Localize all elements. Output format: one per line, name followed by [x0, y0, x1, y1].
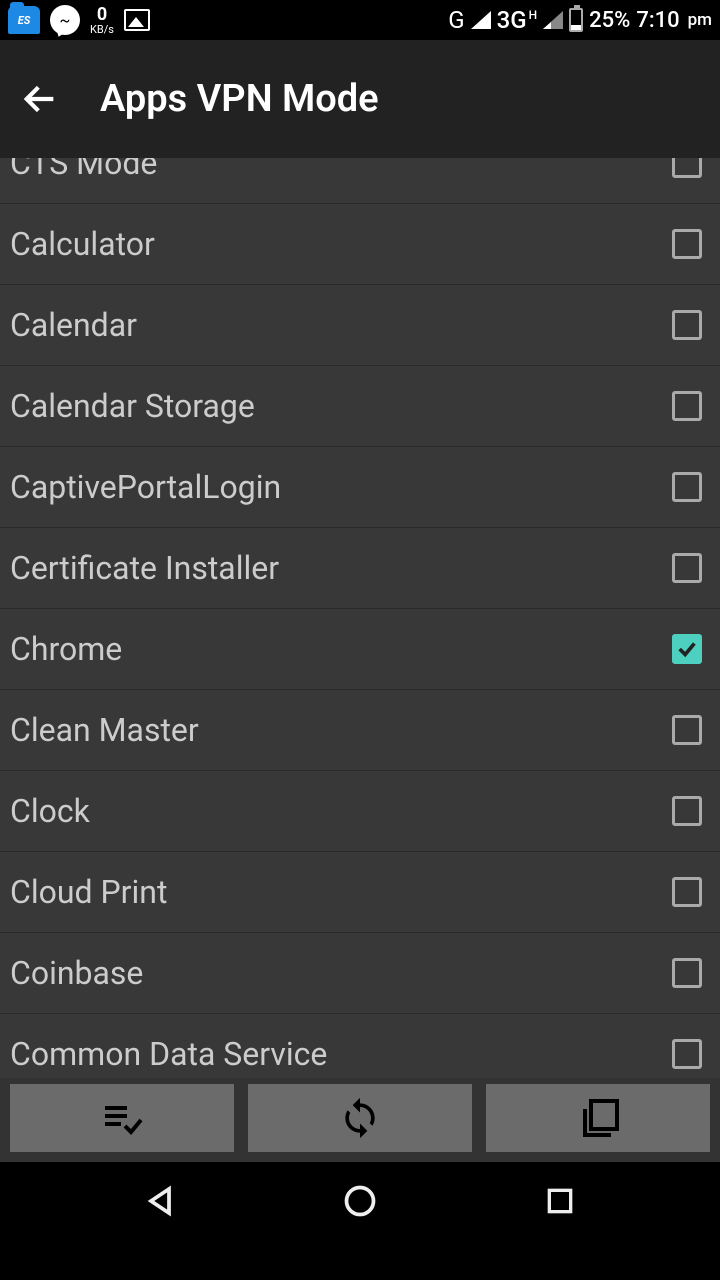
nav-home-button[interactable] [338, 1179, 382, 1223]
battery-percent: 25% [589, 8, 630, 33]
app-label: Clean Master [10, 711, 199, 749]
app-checkbox[interactable] [672, 634, 702, 664]
app-list[interactable]: CTS Mode Calculator Calendar Calendar Stora… [0, 158, 720, 1162]
clock-suffix: pm [688, 10, 712, 30]
nav-back-button[interactable] [138, 1179, 182, 1223]
app-label: Coinbase [10, 954, 143, 992]
app-label: CaptivePortalLogin [10, 468, 281, 506]
app-label: Clock [10, 792, 90, 830]
screenshot-icon [124, 9, 150, 31]
select-all-button[interactable] [10, 1084, 234, 1152]
app-checkbox[interactable] [672, 796, 702, 826]
list-item[interactable]: CaptivePortalLogin [0, 447, 720, 528]
app-label: Common Data Service [10, 1035, 327, 1073]
list-item[interactable]: Cloud Print [0, 852, 720, 933]
list-item[interactable]: Calendar [0, 285, 720, 366]
app-header: Apps VPN Mode [0, 40, 720, 158]
app-checkbox[interactable] [672, 1039, 702, 1069]
network-speed-indicator: 0 KB/s [90, 6, 114, 35]
copy-button[interactable] [486, 1084, 710, 1152]
app-checkbox[interactable] [672, 310, 702, 340]
app-label: Chrome [10, 630, 122, 668]
network-3g-label: 3G [497, 6, 527, 34]
app-checkbox[interactable] [672, 715, 702, 745]
list-item[interactable]: CTS Mode [0, 158, 720, 204]
list-item[interactable]: Clean Master [0, 690, 720, 771]
app-label: Calculator [10, 225, 155, 263]
app-checkbox[interactable] [672, 553, 702, 583]
list-item[interactable]: Chrome [0, 609, 720, 690]
app-checkbox[interactable] [672, 472, 702, 502]
app-checkbox[interactable] [672, 877, 702, 907]
speed-value: 0 [97, 6, 107, 24]
battery-icon [569, 8, 583, 32]
speed-unit: KB/s [90, 24, 114, 35]
page-title: Apps VPN Mode [100, 77, 379, 121]
bottom-action-bar [0, 1078, 720, 1162]
app-label: Cloud Print [10, 873, 167, 911]
status-right: G 3G H 25% 7:10 pm [448, 6, 712, 34]
list-item[interactable]: Calendar Storage [0, 366, 720, 447]
app-checkbox[interactable] [672, 229, 702, 259]
es-file-explorer-icon: ES [8, 6, 40, 34]
messenger-icon: ~ [50, 5, 80, 35]
app-label: CTS Mode [10, 158, 157, 182]
list-item[interactable]: Certificate Installer [0, 528, 720, 609]
app-checkbox[interactable] [672, 958, 702, 988]
app-checkbox[interactable] [672, 158, 702, 178]
back-button[interactable] [20, 79, 60, 119]
status-bar: ES ~ 0 KB/s G 3G H 25% 7:10 pm [0, 0, 720, 40]
signal-icon [471, 11, 491, 29]
network-g-label: G [448, 6, 464, 34]
app-label: Certificate Installer [10, 549, 279, 587]
app-label: Calendar [10, 306, 137, 344]
list-item[interactable]: Calculator [0, 204, 720, 285]
app-label: Calendar Storage [10, 387, 255, 425]
signal-icon-2 [543, 11, 563, 29]
app-checkbox[interactable] [672, 391, 702, 421]
nav-recent-button[interactable] [538, 1179, 582, 1223]
refresh-button[interactable] [248, 1084, 472, 1152]
clock-time: 7:10 [636, 8, 679, 33]
status-left: ES ~ 0 KB/s [8, 5, 150, 35]
navigation-bar [0, 1162, 720, 1240]
list-item[interactable]: Clock [0, 771, 720, 852]
list-item[interactable]: Coinbase [0, 933, 720, 1014]
network-h-label: H [529, 8, 538, 22]
